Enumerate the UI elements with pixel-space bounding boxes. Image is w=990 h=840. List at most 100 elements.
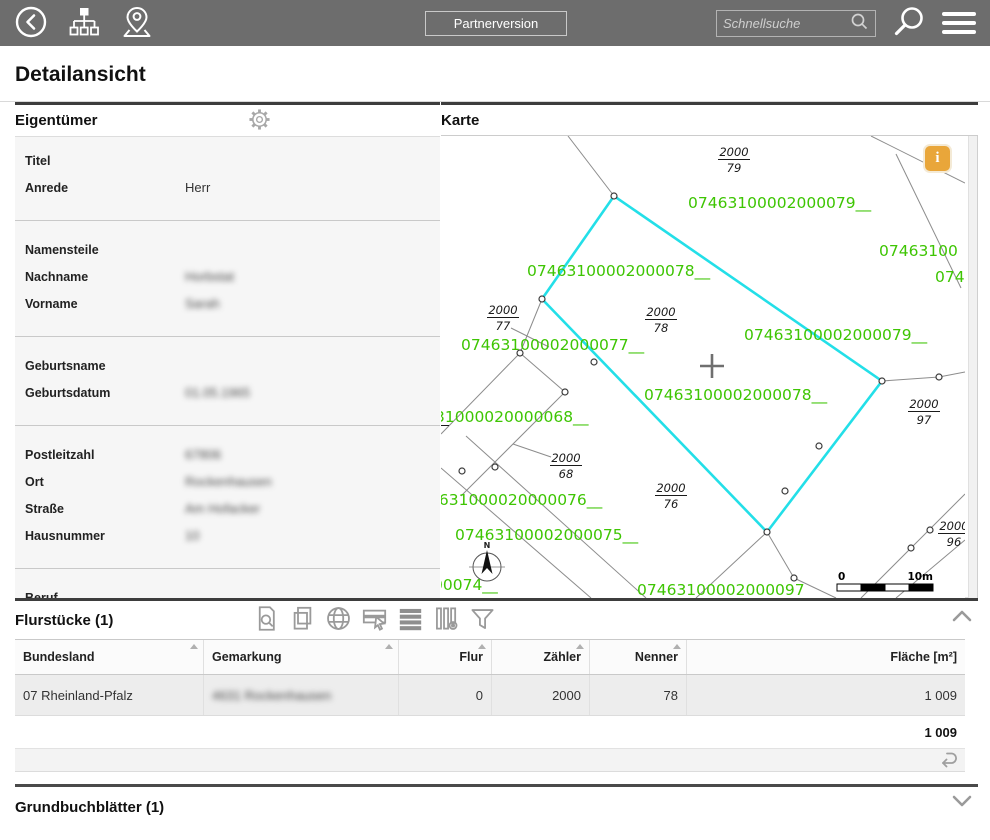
svg-text:68: 68 [559,467,574,481]
globe-button[interactable] [324,604,353,633]
field-label: Namensteile [25,243,185,257]
svg-text:97: 97 [917,413,932,427]
group-divider [15,425,440,426]
field-value: 10 [185,528,199,543]
parcel-label: 07463100002000078__ [527,262,710,281]
svg-text:96: 96 [947,535,962,549]
column-label: Nenner [635,650,678,664]
parcels-collapse-button[interactable] [952,609,972,625]
reset-button[interactable] [937,749,961,772]
compass-icon: N [469,541,505,581]
table-row[interactable]: 07 Rheinland-Pfalz4631 Rockenhausen02000… [15,675,965,716]
field-label: Hausnummer [25,529,185,543]
chevron-down-icon [952,796,972,811]
flur-fraction-label: 2000 68 [550,451,582,481]
map-info-button[interactable]: i [923,144,952,173]
column-header-nenner[interactable]: Nenner [590,640,687,674]
owner-field-row: Geburtsdatum01.05.1965 [15,379,440,406]
field-value: Sarah [185,296,220,311]
table-cell: 2000 [492,675,590,715]
document-search-icon [253,620,280,635]
flur-fraction-label: 2000 78 [645,305,677,335]
table-cell: 1 009 [687,675,965,715]
column-header-fl-che-m-[interactable]: Fläche [m²] [687,640,965,674]
map-canvas[interactable]: 07463100002000079__ 07463100002000078__ 07… [441,136,965,598]
parcel-label: 31000020000068__ [441,408,589,427]
owner-field-row: Geburtsname [15,352,440,379]
sort-arrow-icon [190,644,198,649]
column-settings-icon [433,620,460,635]
parcel-label: 00074__ [441,576,498,595]
cell-value: 0 [476,688,483,703]
magnifier-icon [892,5,926,42]
svg-text:2000: 2000 [488,303,517,317]
svg-text:78: 78 [654,321,669,335]
app-header: Partnerversion [0,0,990,46]
field-label: Geburtsdatum [25,386,185,400]
quick-search-input[interactable] [723,16,849,31]
column-label: Zähler [543,650,581,664]
parcels-table: Bundesland Gemarkung Flur Zähler Nenner Fläch… [15,639,965,716]
column-header-bundesland[interactable]: Bundesland [15,640,204,674]
field-value: Rockenhausen [185,474,272,489]
hierarchy-button[interactable] [66,6,102,41]
map-panel: Karte [441,102,978,598]
flur-fraction-label: 200076 [655,481,687,511]
owner-panel-title: Eigentümer [15,112,98,129]
filter-icon [469,620,496,635]
sort-arrow-icon [385,644,393,649]
menu-icon [942,12,976,16]
svg-text:10m: 10m [907,571,933,583]
column-label: Fläche [m²] [890,650,957,664]
parcel-label: 07463100002000097 [637,581,805,598]
group-divider [15,336,440,337]
table-rows-button[interactable] [396,604,425,633]
parcel-label: 07463100002000079__ [688,194,871,213]
flur-fraction-label: 200077 [487,303,519,333]
owner-field-row: OrtRockenhausen [15,468,440,495]
owner-field-row: NachnameHorbstat [15,263,440,290]
back-button[interactable] [14,5,48,42]
area-sum: 1 009 [15,716,965,748]
copy-button[interactable] [288,604,317,633]
landregister-section: Grundbuchblätter (1) [15,784,978,827]
select-rows-button[interactable] [360,604,389,633]
table-header-row: Bundesland Gemarkung Flur Zähler Nenner Fläch… [15,640,965,675]
cell-value: 1 009 [924,688,957,703]
partnerversion-button[interactable]: Partnerversion [425,11,567,36]
parcels-section-title: Flurstücke (1) [15,612,113,629]
map-location-button[interactable] [120,5,154,42]
landregister-expand-button[interactable] [952,795,972,811]
field-value: Herr [185,180,210,195]
table-footer-bar [15,748,965,772]
advanced-search-button[interactable] [892,5,926,42]
map-scrollbar[interactable] [968,136,978,598]
group-divider [15,568,440,569]
column-settings-button[interactable] [432,604,461,633]
column-header-gemarkung[interactable]: Gemarkung [204,640,399,674]
filter-button[interactable] [468,604,497,633]
cell-value: 4631 Rockenhausen [212,688,331,703]
quick-search-box [716,10,876,37]
svg-text:2000: 2000 [939,519,965,533]
gear-icon [248,119,271,134]
parcel-label: 07463100002000079__ [744,326,927,345]
parcel-label: 07463100 [879,242,958,260]
column-label: Gemarkung [212,650,281,664]
crosshair-icon [700,354,724,378]
preview-document-button[interactable] [252,604,281,633]
column-header-z-hler[interactable]: Zähler [492,640,590,674]
map-panel-title: Karte [441,112,479,129]
group-divider [15,220,440,221]
column-label: Bundesland [23,650,95,664]
svg-text:2000: 2000 [551,451,580,465]
svg-text:2000: 2000 [909,397,938,411]
svg-text:N: N [484,541,491,550]
owner-settings-button[interactable] [248,108,271,134]
owner-fields: TitelAnredeHerrNamensteileNachnameHorbst… [15,136,440,598]
chevron-up-icon [952,610,972,625]
svg-text:2000: 2000 [646,305,675,319]
menu-button[interactable] [942,12,976,34]
flur-fraction-label: 2000 96 [938,519,965,549]
column-header-flur[interactable]: Flur [399,640,492,674]
